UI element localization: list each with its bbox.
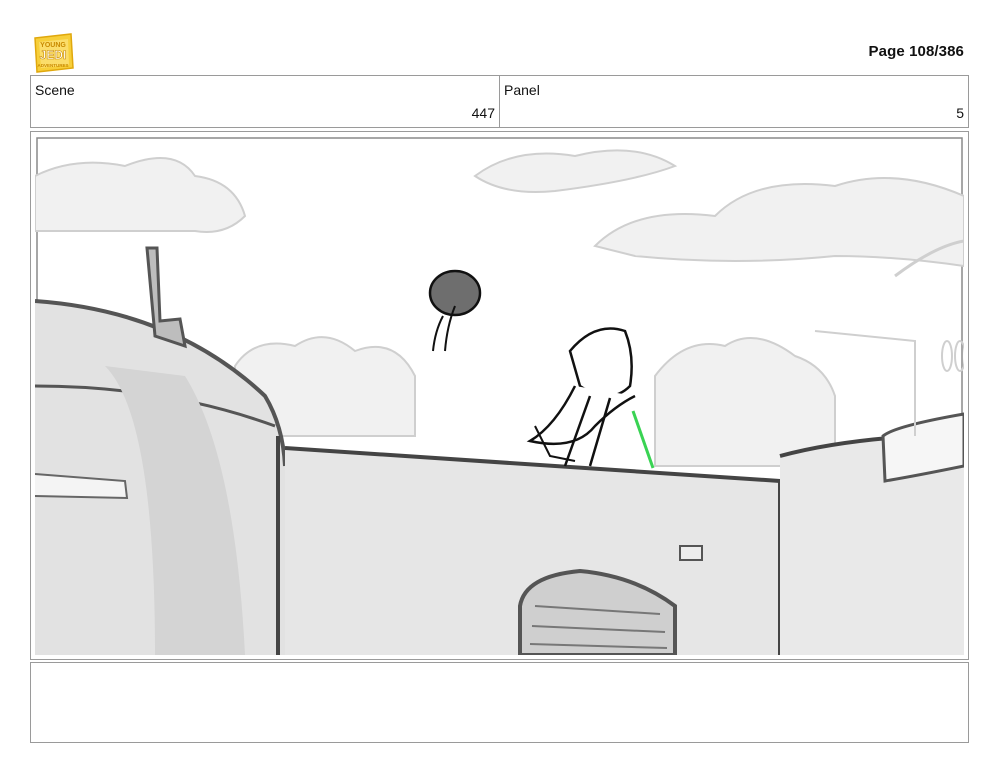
- logo-icon: YOUNG JEDI ADVENTURES: [34, 33, 74, 73]
- panel-value: 5: [956, 105, 964, 121]
- panel-notes-box: [30, 662, 969, 743]
- storyboard-panel-frame: [30, 131, 969, 660]
- logo-text-bottom: ADVENTURES: [37, 63, 68, 68]
- page-number: Page 108/386: [868, 43, 964, 60]
- scene-cell: Scene 447: [31, 76, 499, 127]
- young-jedi-adventures-logo: YOUNG JEDI ADVENTURES: [31, 32, 75, 74]
- panel-label: Panel: [504, 82, 540, 98]
- storyboard-sketch-image: [35, 136, 964, 655]
- scene-value: 447: [471, 105, 495, 121]
- scene-label: Scene: [35, 82, 75, 98]
- logo-text-middle: JEDI: [40, 48, 67, 62]
- panel-cell: Panel 5: [499, 76, 968, 127]
- scene-panel-info-row: Scene 447 Panel 5: [30, 75, 969, 128]
